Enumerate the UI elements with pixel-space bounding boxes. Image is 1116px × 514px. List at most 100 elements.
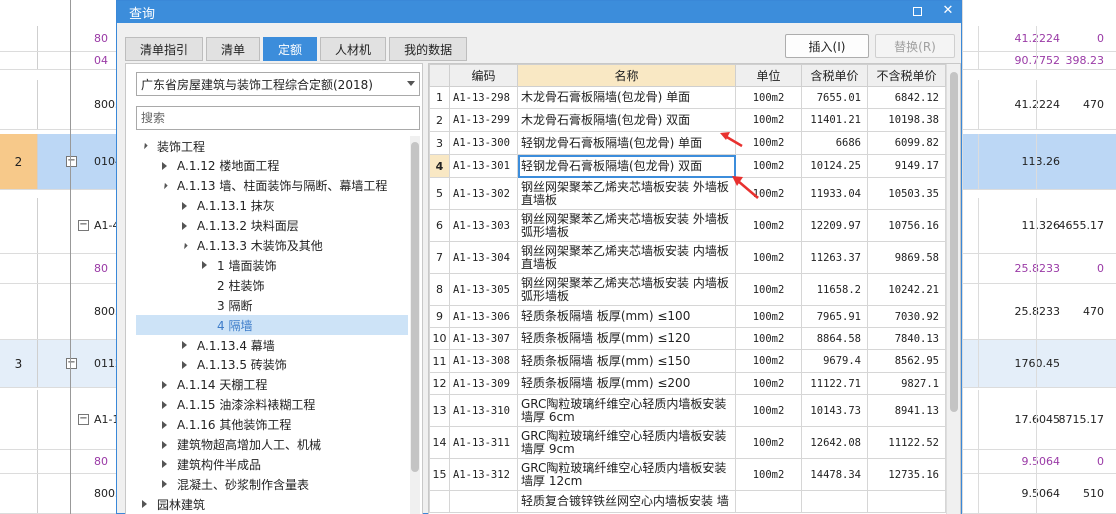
row-index[interactable]: 2 (429, 108, 450, 132)
collapse-icon[interactable]: − (66, 358, 77, 369)
row-price-excl-tax[interactable]: 8941.13 (867, 394, 946, 427)
row-price-excl-tax[interactable]: 8562.95 (867, 349, 946, 373)
row-unit[interactable]: 100m2 (735, 458, 802, 491)
row-name[interactable]: GRC陶粒玻璃纤维空心轻质内墙板安装 墙厚 12cm (517, 458, 736, 491)
tree-item[interactable]: 建筑构件半成品 (136, 454, 408, 474)
row-price-excl-tax[interactable]: 10198.38 (867, 108, 946, 132)
table-row[interactable]: 4 A1-13-301 轻钢龙骨石膏板隔墙(包龙骨) 双面 100m2 10124.25… (429, 154, 946, 178)
row-index[interactable]: 1 (429, 86, 450, 109)
table-row[interactable]: 14 A1-13-311 GRC陶粒玻璃纤维空心轻质内墙板安装 墙厚 9cm 100m… (429, 426, 946, 459)
row-price-incl-tax[interactable]: 11658.2 (801, 273, 868, 306)
tree-item[interactable]: A.1.13.5 砖装饰 (136, 355, 408, 375)
row-name[interactable]: 轻钢龙骨石膏板隔墙(包龙骨) 双面 (517, 154, 736, 178)
row-unit[interactable]: 100m2 (735, 86, 802, 109)
row-code[interactable]: A1-13-304 (449, 241, 518, 274)
row-price-excl-tax[interactable]: 9869.58 (867, 241, 946, 274)
grid-scrollbar-thumb[interactable] (950, 72, 958, 412)
row-name[interactable]: 钢丝网架聚苯乙烯夹芯墙板安装 内墙板直墙板 (517, 241, 736, 274)
tree-item[interactable]: 1 墙面装饰 (136, 255, 408, 275)
row-code[interactable]: A1-13-310 (449, 394, 518, 427)
tree-item[interactable]: A.1.13.2 块料面层 (136, 216, 408, 236)
row-unit[interactable]: 100m2 (735, 273, 802, 306)
row-price-excl-tax[interactable]: 10242.21 (867, 273, 946, 306)
row-code[interactable]: A1-13-307 (449, 327, 518, 350)
row-name[interactable]: GRC陶粒玻璃纤维空心轻质内墙板安装 墙厚 6cm (517, 394, 736, 427)
row-index[interactable]: 9 (429, 305, 450, 328)
collapsed-icon[interactable] (182, 221, 187, 230)
row-name[interactable]: GRC陶粒玻璃纤维空心轻质内墙板安装 墙厚 9cm (517, 426, 736, 459)
row-name[interactable]: 木龙骨石膏板隔墙(包龙骨) 单面 (517, 86, 736, 109)
table-row[interactable]: 13 A1-13-310 GRC陶粒玻璃纤维空心轻质内墙板安装 墙厚 6cm 100m… (429, 394, 946, 427)
row-code[interactable]: A1-13-302 (449, 177, 518, 210)
row-name[interactable]: 轻钢龙骨石膏板隔墙(包龙骨) 单面 (517, 131, 736, 155)
row-price-incl-tax[interactable]: 14478.34 (801, 458, 868, 491)
tree-item[interactable]: 4 隔墙 (136, 315, 408, 336)
tree-item[interactable]: 园林建筑 (136, 494, 408, 514)
expanded-icon[interactable] (161, 182, 168, 189)
expanded-icon[interactable] (181, 242, 188, 249)
row-price-incl-tax[interactable]: 11933.04 (801, 177, 868, 210)
collapsed-icon[interactable] (182, 201, 187, 210)
row-index[interactable]: 3 (429, 131, 450, 155)
collapsed-icon[interactable] (162, 380, 167, 389)
tree-scrollbar-thumb[interactable] (411, 142, 419, 472)
table-row[interactable]: 轻质复合镀锌铁丝网空心内墙板安装 墙 (429, 490, 946, 513)
table-row[interactable]: 10 A1-13-307 轻质条板隔墙 板厚(mm) ≤120 100m2 8864.5… (429, 327, 946, 350)
tab-1[interactable]: 清单 (206, 37, 261, 61)
row-price-incl-tax[interactable]: 11122.71 (801, 372, 868, 395)
collapsed-icon[interactable] (162, 400, 167, 409)
table-row[interactable]: 6 A1-13-303 钢丝网架聚苯乙烯夹芯墙板安装 外墙板弧形墙板 100m2 122… (429, 209, 946, 242)
collapsed-icon[interactable] (162, 420, 167, 429)
expanded-icon[interactable] (141, 142, 148, 150)
tree-item[interactable]: A.1.15 油漆涂料裱糊工程 (136, 395, 408, 415)
row-unit[interactable] (735, 490, 802, 513)
row-price-incl-tax[interactable]: 12642.08 (801, 426, 868, 459)
grid-header-0[interactable] (429, 64, 450, 87)
table-row[interactable]: 2 A1-13-299 木龙骨石膏板隔墙(包龙骨) 双面 100m2 11401.21 1… (429, 108, 946, 132)
row-unit[interactable]: 100m2 (735, 241, 802, 274)
table-row[interactable]: 15 A1-13-312 GRC陶粒玻璃纤维空心轻质内墙板安装 墙厚 12cm 100… (429, 458, 946, 491)
replace-button[interactable]: 替换(R) (875, 34, 955, 58)
row-unit[interactable]: 100m2 (735, 372, 802, 395)
restore-button[interactable] (913, 4, 927, 18)
table-row[interactable]: 11 A1-13-308 轻质条板隔墙 板厚(mm) ≤150 100m2 9679.4… (429, 349, 946, 373)
tree-item[interactable]: A.1.13.3 木装饰及其他 (136, 236, 408, 256)
table-row[interactable]: 5 A1-13-302 钢丝网架聚苯乙烯夹芯墙板安装 外墙板直墙板 100m2 1193… (429, 177, 946, 210)
table-row[interactable]: 12 A1-13-309 轻质条板隔墙 板厚(mm) ≤200 100m2 11122.… (429, 372, 946, 395)
tree-item[interactable]: A.1.13.4 幕墙 (136, 335, 408, 355)
row-price-excl-tax[interactable] (867, 490, 946, 513)
row-name[interactable]: 轻质条板隔墙 板厚(mm) ≤200 (517, 372, 736, 395)
row-price-excl-tax[interactable]: 7840.13 (867, 327, 946, 350)
row-unit[interactable]: 100m2 (735, 349, 802, 373)
row-price-incl-tax[interactable] (801, 490, 868, 513)
row-price-excl-tax[interactable]: 6099.82 (867, 131, 946, 155)
tree-item[interactable]: A.1.14 天棚工程 (136, 375, 408, 395)
row-price-incl-tax[interactable]: 11401.21 (801, 108, 868, 132)
collapsed-icon[interactable] (182, 341, 187, 349)
collapsed-icon[interactable] (162, 480, 167, 489)
row-price-excl-tax[interactable]: 6842.12 (867, 86, 946, 109)
row-price-excl-tax[interactable]: 9149.17 (867, 154, 946, 178)
row-price-excl-tax[interactable]: 10756.16 (867, 209, 946, 242)
row-unit[interactable]: 100m2 (735, 426, 802, 459)
row-name[interactable]: 木龙骨石膏板隔墙(包龙骨) 双面 (517, 108, 736, 132)
row-index[interactable]: 4 (429, 154, 450, 178)
row-price-incl-tax[interactable]: 9679.4 (801, 349, 868, 373)
collapsed-icon[interactable] (202, 261, 207, 270)
row-price-incl-tax[interactable]: 7655.01 (801, 86, 868, 109)
row-code[interactable]: A1-13-299 (449, 108, 518, 132)
row-index[interactable]: 13 (429, 394, 450, 427)
collapsed-icon[interactable] (182, 360, 187, 369)
row-price-incl-tax[interactable]: 10143.73 (801, 394, 868, 427)
tab-4[interactable]: 我的数据 (389, 37, 468, 61)
row-name[interactable]: 轻质条板隔墙 板厚(mm) ≤120 (517, 327, 736, 350)
row-code[interactable] (449, 490, 518, 513)
row-name[interactable]: 钢丝网架聚苯乙烯夹芯墙板安装 内墙板弧形墙板 (517, 273, 736, 306)
row-price-incl-tax[interactable]: 11263.37 (801, 241, 868, 274)
table-row[interactable]: 8 A1-13-305 钢丝网架聚苯乙烯夹芯墙板安装 内墙板弧形墙板 100m2 116… (429, 273, 946, 306)
grid-header-1[interactable]: 编码 (449, 64, 518, 87)
row-price-excl-tax[interactable]: 11122.52 (867, 426, 946, 459)
row-name[interactable]: 钢丝网架聚苯乙烯夹芯墙板安装 外墙板弧形墙板 (517, 209, 736, 242)
row-price-incl-tax[interactable]: 10124.25 (801, 154, 868, 178)
collapse-icon[interactable]: − (78, 414, 89, 425)
